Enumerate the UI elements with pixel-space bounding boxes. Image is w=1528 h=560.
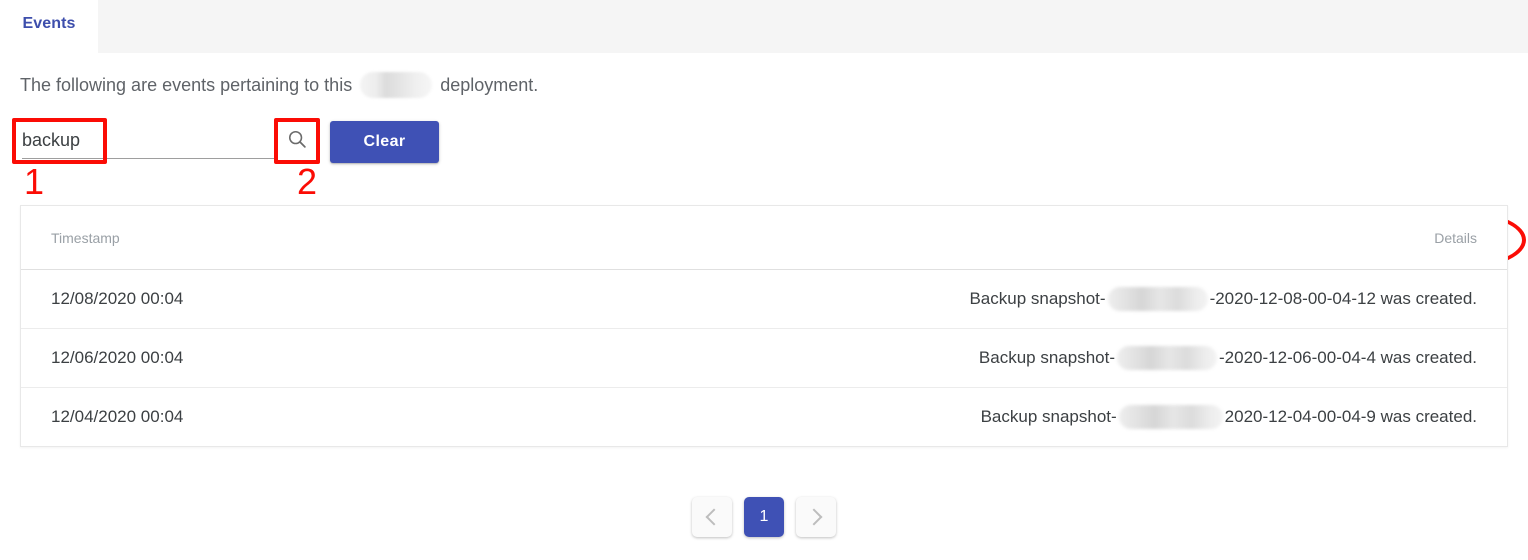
search-input-underline <box>22 158 276 159</box>
detail-text: Backup snapshot- -2020-12-08-00-04-12 was… <box>969 287 1477 311</box>
detail-text: Backup snapshot- -2020-12-06-00-04-4 was … <box>979 346 1477 370</box>
redacted-deployment-name <box>360 72 432 98</box>
detail-suffix: -2020-12-08-00-04-12 was created. <box>1210 289 1477 309</box>
cell-timestamp: 12/06/2020 00:04 <box>21 329 764 388</box>
detail-suffix: 2020-12-04-00-04-9 was created. <box>1225 407 1477 427</box>
pagination-page-1[interactable]: 1 <box>744 497 784 537</box>
detail-prefix: Backup snapshot- <box>969 289 1105 309</box>
cell-timestamp: 12/08/2020 00:04 <box>21 270 764 329</box>
events-table-head: Timestamp Details <box>21 206 1507 270</box>
cell-details: Backup snapshot- -2020-12-08-00-04-12 was… <box>764 270 1507 329</box>
pagination-prev-button[interactable] <box>692 497 732 537</box>
search-icon <box>286 128 308 150</box>
events-table-body: 12/08/2020 00:04 Backup snapshot- -2020-12… <box>21 270 1507 447</box>
cell-details: Backup snapshot- -2020-12-06-00-04-4 was … <box>764 329 1507 388</box>
redacted-snapshot-name <box>1108 287 1208 311</box>
search-input[interactable] <box>22 124 272 156</box>
chevron-left-icon <box>706 509 723 526</box>
table-row[interactable]: 12/08/2020 00:04 Backup snapshot- -2020-12… <box>21 270 1507 329</box>
detail-suffix: -2020-12-06-00-04-4 was created. <box>1219 348 1477 368</box>
intro-text: The following are events pertaining to t… <box>20 72 538 98</box>
table-row[interactable]: 12/06/2020 00:04 Backup snapshot- -2020-12… <box>21 329 1507 388</box>
intro-text-before: The following are events pertaining to t… <box>20 75 352 96</box>
chevron-right-icon <box>806 509 823 526</box>
search-icon-button[interactable] <box>281 123 313 155</box>
pagination: 1 <box>0 497 1528 537</box>
events-table-card: Timestamp Details 12/08/2020 00:04 Backup… <box>20 205 1508 447</box>
redacted-snapshot-name <box>1119 405 1223 429</box>
details-column-header[interactable]: Details <box>764 206 1507 270</box>
table-header-row: Timestamp Details <box>21 206 1507 270</box>
cell-details: Backup snapshot- 2020-12-04-00-04-9 was c… <box>764 388 1507 447</box>
tab-strip: Events <box>0 0 1528 53</box>
cell-timestamp: 12/04/2020 00:04 <box>21 388 764 447</box>
timestamp-column-header[interactable]: Timestamp <box>21 206 764 270</box>
search-row <box>0 118 1528 178</box>
detail-prefix: Backup snapshot- <box>981 407 1117 427</box>
tab-events[interactable]: Events <box>0 0 98 53</box>
redacted-snapshot-name <box>1117 346 1217 370</box>
clear-button[interactable]: Clear <box>330 121 439 163</box>
intro-text-after: deployment. <box>440 75 538 96</box>
detail-text: Backup snapshot- 2020-12-04-00-04-9 was c… <box>981 405 1477 429</box>
table-row[interactable]: 12/04/2020 00:04 Backup snapshot- 2020-12-… <box>21 388 1507 447</box>
events-table: Timestamp Details 12/08/2020 00:04 Backup… <box>21 206 1507 446</box>
tab-strip-filler <box>98 0 1528 53</box>
tab-events-label: Events <box>22 15 75 39</box>
detail-prefix: Backup snapshot- <box>979 348 1115 368</box>
pagination-next-button[interactable] <box>796 497 836 537</box>
